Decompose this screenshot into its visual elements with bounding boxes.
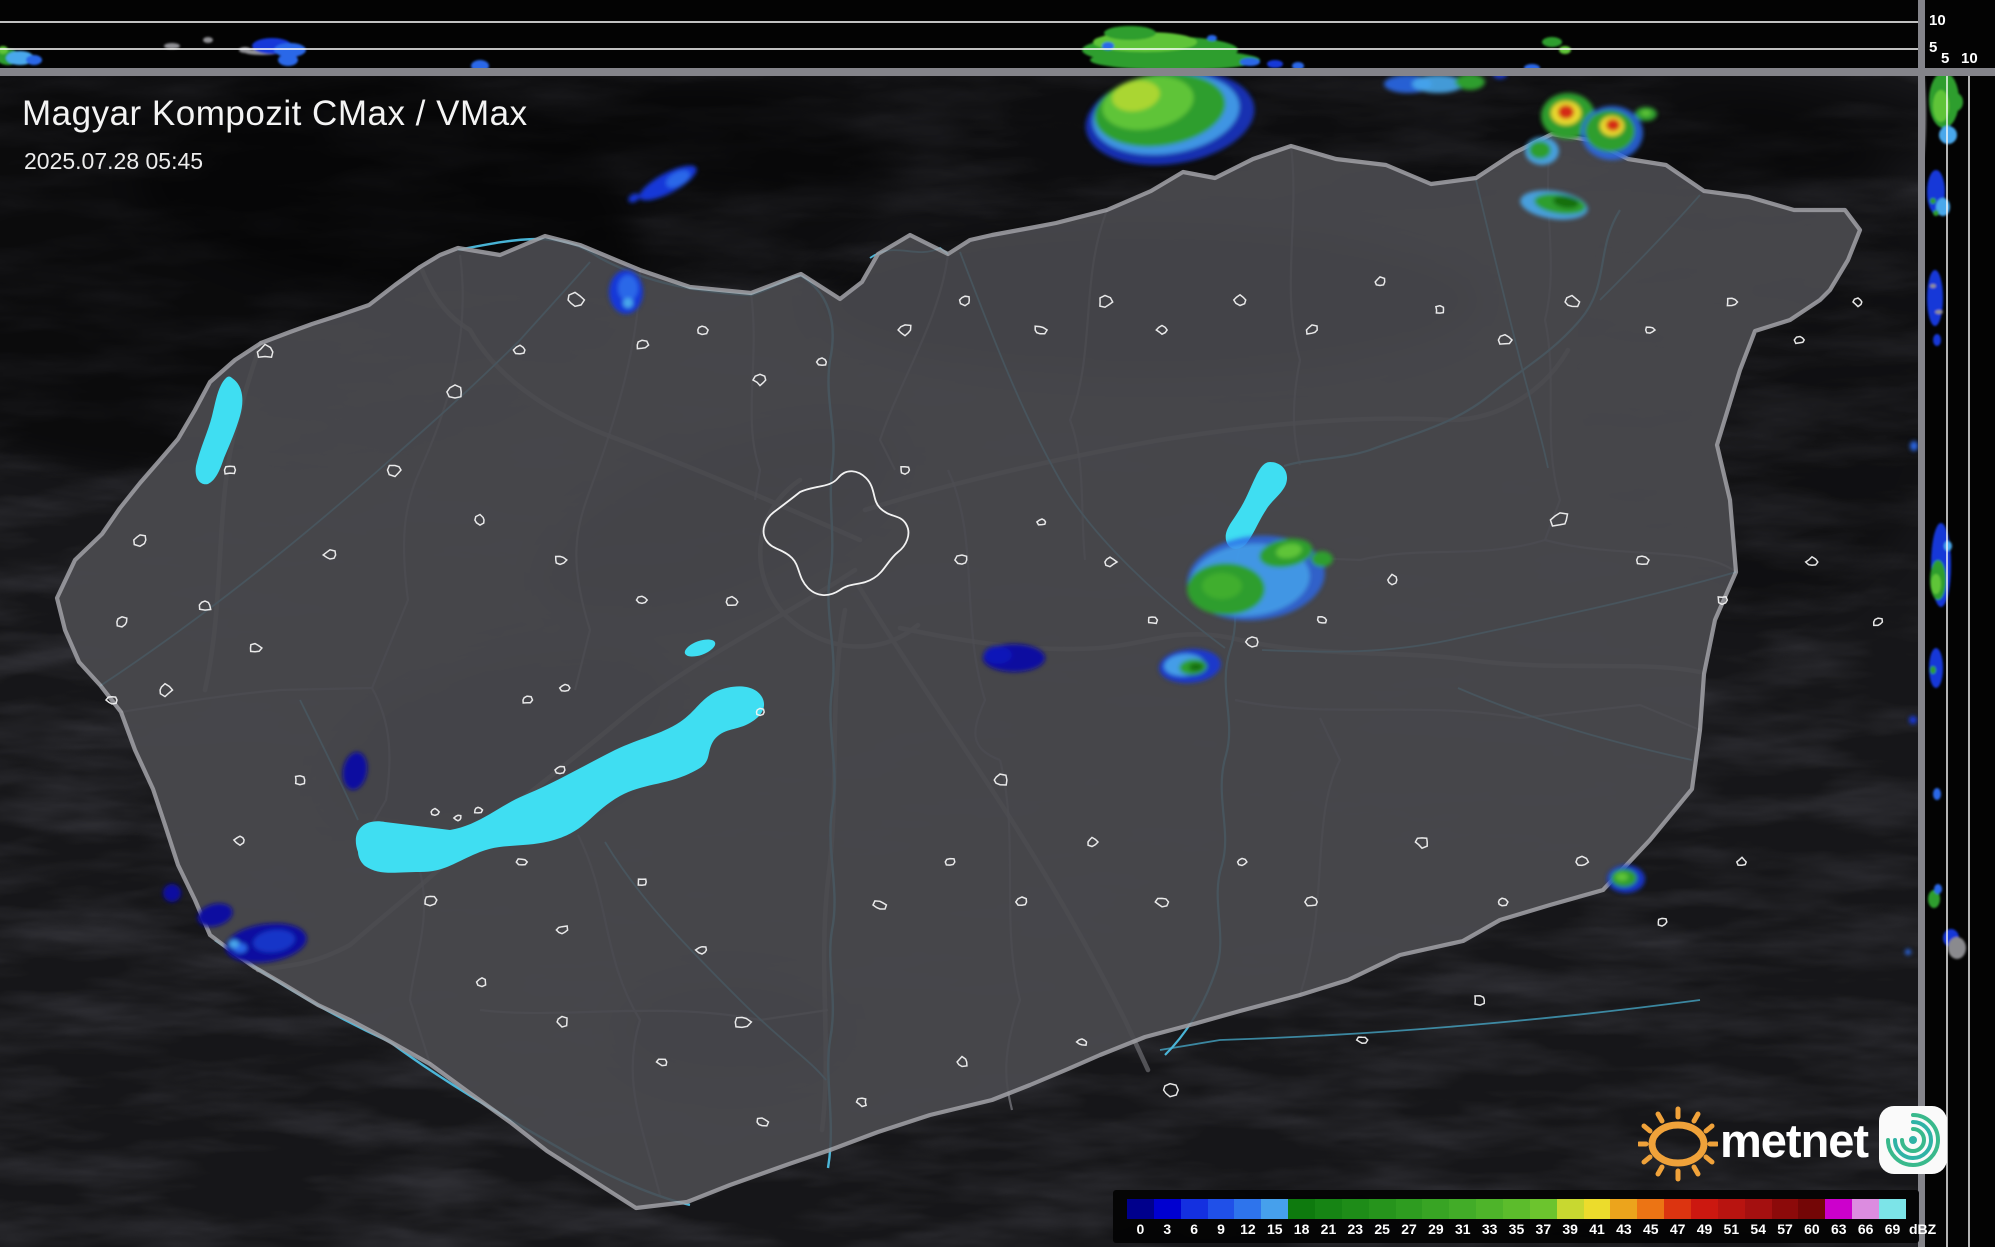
radar-echo: [1927, 270, 1943, 326]
radar-echo: [1933, 334, 1941, 346]
radar-echo: [1905, 949, 1911, 955]
radar-echo: [1090, 50, 1260, 68]
radar-echo: [164, 43, 180, 49]
radar-echo: [623, 298, 633, 308]
horizontal-separator: [0, 68, 1995, 76]
radar-echo: [1606, 119, 1620, 131]
radar-echo: [1931, 574, 1941, 594]
radar-echo: [1202, 573, 1242, 599]
radar-echo: [1933, 788, 1941, 800]
radar-echo: [26, 55, 42, 65]
radar-echo: [618, 275, 638, 301]
vertical-profile-top: [0, 0, 1918, 68]
radar-echo: [229, 940, 239, 948]
radar-echo: [1104, 26, 1156, 40]
vertical-profile-right: [1925, 0, 1995, 1247]
radar-echo: [1949, 93, 1963, 111]
radar-echo: [1542, 37, 1562, 47]
vertical-separator: [1918, 0, 1925, 1247]
radar-echo: [278, 54, 298, 66]
radar-echo: [1559, 46, 1571, 54]
radar-composite-view: Magyar Kompozit CMax / VMax 2025.07.28 0…: [0, 0, 1995, 1247]
radar-echo: [1933, 210, 1939, 216]
radar-echo: [1641, 110, 1651, 116]
radar-echo: [1207, 35, 1217, 41]
radar-echo: [1948, 937, 1966, 959]
radar-echo: [1935, 310, 1943, 314]
radar-echo: [1909, 716, 1917, 724]
radar-echo: [1529, 141, 1551, 159]
radar-echo: [1939, 126, 1957, 144]
radar-echo: [203, 37, 213, 43]
radar-echo: [1311, 551, 1333, 567]
radar-map-canvas: [0, 0, 1995, 1247]
radar-echo: [1910, 441, 1918, 451]
radar-echo: [1930, 284, 1936, 288]
radar-echo: [1930, 198, 1936, 204]
radar-echo: [1616, 873, 1628, 881]
radar-echo: [1240, 58, 1260, 66]
map-layer: [0, 76, 1918, 1247]
radar-echo: [1934, 884, 1942, 894]
radar-echo: [1930, 666, 1936, 674]
radar-echo: [163, 884, 181, 902]
radar-echo: [1267, 60, 1283, 68]
profile-corner-box: [1925, 0, 1995, 68]
radar-echo: [1558, 105, 1574, 119]
radar-echo: [1944, 541, 1952, 551]
radar-echo: [984, 646, 1012, 664]
radar-echo: [1455, 76, 1485, 90]
